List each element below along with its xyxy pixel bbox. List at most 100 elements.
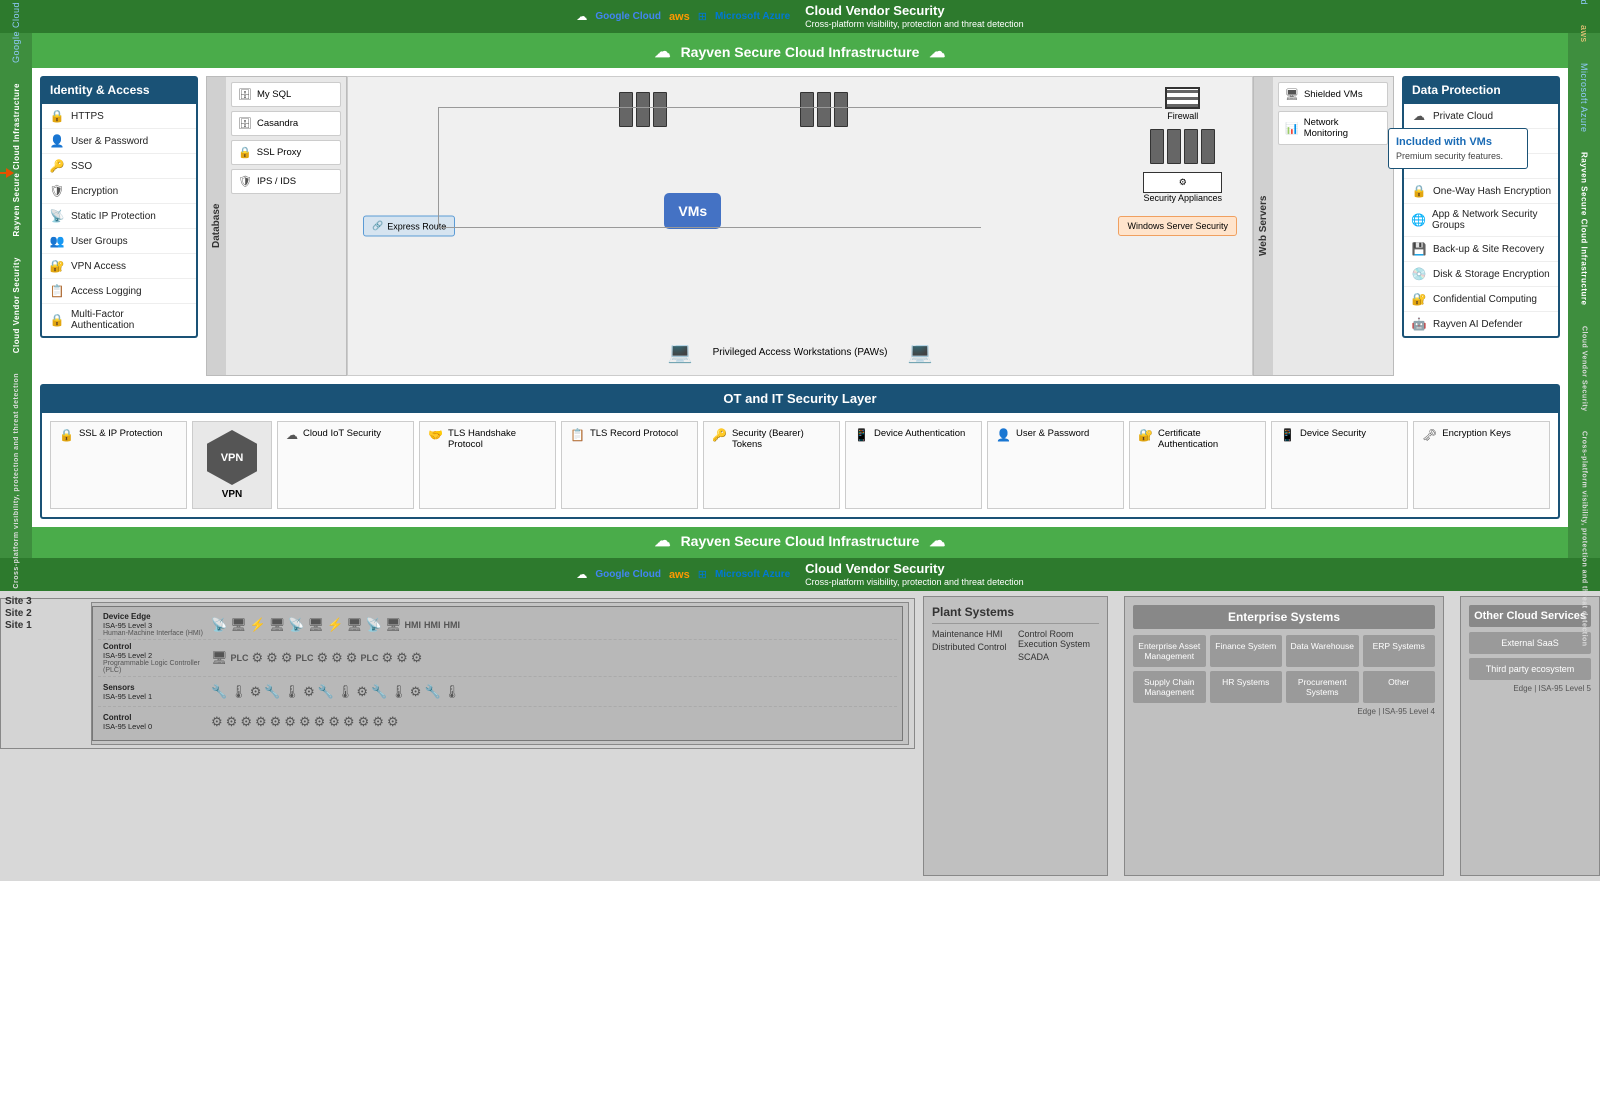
sso-icon: 🔑 xyxy=(49,159,65,173)
dp-app-network: 🌐 App & Network Security Groups xyxy=(1404,204,1558,237)
isa-l0-devices: ⚙ ⚙ ⚙ ⚙ ⚙ ⚙ ⚙ ⚙ ⚙ ⚙ ⚙ ⚙ xyxy=(208,711,897,733)
isa-level1-row: Sensors ISA-95 Level 1 🔧 🌡 ⚙ 🔧 🌡 ⚙ 🔧 xyxy=(98,677,897,707)
plant-row-control: Control Room Execution System xyxy=(1018,629,1099,649)
webservers-label: Web Servers xyxy=(1254,77,1273,375)
d3-9: 📡 xyxy=(366,617,382,633)
ia-item-sso: 🔑 SSO xyxy=(42,154,196,179)
c0-13: ⚙ xyxy=(387,714,399,730)
rayven-left-label: Rayven Secure Cloud Infrastructure xyxy=(12,83,21,236)
ia-item-staticip: 📡 Static IP Protection xyxy=(42,204,196,229)
s1-9: ⚙ xyxy=(356,684,368,700)
oc-footer: Edge | ISA-95 Level 5 xyxy=(1469,684,1591,693)
isa-l0-control-label: Control xyxy=(103,713,203,722)
s1-13: 🔧 xyxy=(424,684,440,700)
cv-right-label: Cloud Vendor Security xyxy=(1581,326,1588,412)
mid-server-1 xyxy=(619,92,633,127)
hmi-label3: HMI xyxy=(444,620,461,630)
ent-cell-0: Enterprise Asset Management xyxy=(1133,635,1206,667)
paws-row: 💻 Privileged Access Workstations (PAWs) … xyxy=(348,335,1252,370)
d3-10: 🖥 xyxy=(385,617,402,633)
cloud-icon-bottom-right: ☁ xyxy=(929,531,945,551)
isa-l3-hmi-label: Human-Machine Interface (HMI) xyxy=(103,630,203,637)
isa-level2-label: Control ISA-95 Level 2 Programmable Logi… xyxy=(98,640,208,676)
server-1 xyxy=(1150,129,1164,164)
isa-l3-level: ISA-95 Level 3 xyxy=(103,621,203,630)
mid-server-3 xyxy=(653,92,667,127)
bottom-cv-bar: ☁ Google Cloud aws ⊞ Microsoft Azure Clo… xyxy=(0,558,1600,591)
ws-netmon: 📊 Network Monitoring xyxy=(1278,111,1388,145)
google-logo: Google Cloud xyxy=(595,11,661,22)
vpn-hex: VPN xyxy=(207,430,257,485)
d2-5: ⚙ xyxy=(316,650,328,666)
server-4 xyxy=(1201,129,1215,164)
included-vms-box: Included with VMs Premium security featu… xyxy=(1388,128,1528,169)
dp-disk-enc: 💿 Disk & Storage Encryption xyxy=(1404,262,1558,287)
conn-line-h2 xyxy=(438,227,980,228)
logging-icon: 📋 xyxy=(49,284,65,298)
enc-keys-icon: 🗝 xyxy=(1422,428,1437,442)
hmi-label2: HMI xyxy=(424,620,441,630)
cloud-icon-right: ☁ xyxy=(929,42,945,62)
ot-ssl-ip: 🔒 SSL & IP Protection xyxy=(50,421,187,509)
s1-1: 🔧 xyxy=(211,684,227,700)
lower-section: Site 3 Site 2 Site 1 Device Edge ISA-95 … xyxy=(0,591,1600,881)
cloud-icon-bottom-left: ☁ xyxy=(655,531,671,551)
db-mysql-label: My SQL xyxy=(257,89,291,100)
ia-staticip-label: Static IP Protection xyxy=(71,211,156,222)
dp-ai-defender: 🤖 Rayven AI Defender xyxy=(1404,312,1558,336)
ot-dev-auth: 📱 Device Authentication xyxy=(845,421,982,509)
servers-row xyxy=(1150,129,1215,164)
db-sslproxy: 🔒 SSL Proxy xyxy=(231,140,341,165)
aws-logo: aws xyxy=(669,11,690,23)
db-mysql: 🗄 My SQL xyxy=(231,82,341,107)
database-label: Database xyxy=(207,77,226,375)
d3-8: 🖥 xyxy=(346,617,363,633)
site3-label: Site 3 xyxy=(5,596,32,607)
mfa-icon: 🔒 xyxy=(49,313,65,327)
cv-title-top: Cloud Vendor Security xyxy=(805,3,944,18)
s1-10: 🔧 xyxy=(371,684,387,700)
vpn-icon: 🔐 xyxy=(49,259,65,273)
ia-mfa-label: Multi-Factor Authentication xyxy=(71,309,189,331)
s1-14: 🌡 xyxy=(444,684,461,700)
vms-box: VMs xyxy=(664,193,721,229)
bearer-icon: 🔑 xyxy=(712,428,727,442)
database-column: Database 🗄 My SQL 🗄 Casandra xyxy=(206,76,347,376)
rayven-right-label: Rayven Secure Cloud Infrastructure xyxy=(1580,152,1589,305)
ot-user-pass: 👤 User & Password xyxy=(987,421,1124,509)
plc-3: PLC xyxy=(360,653,378,663)
plc-1: PLC xyxy=(231,653,249,663)
ssl-ip-icon: 🔒 xyxy=(59,428,74,442)
netmon-icon: 📊 xyxy=(1285,122,1299,135)
ai-def-icon: 🤖 xyxy=(1411,317,1427,331)
d2-9: ⚙ xyxy=(396,650,408,666)
d3-5: 📡 xyxy=(288,617,304,633)
private-cloud-icon: ☁ xyxy=(1411,109,1427,123)
azure-right-label: Microsoft Azure xyxy=(1579,63,1589,133)
ot-tls-rec: 📋 TLS Record Protocol xyxy=(561,421,698,509)
ot-up-label: User & Password xyxy=(1016,428,1089,439)
c0-5: ⚙ xyxy=(270,714,282,730)
ot-it-header: OT and IT Security Layer xyxy=(40,384,1560,413)
rayven-bottom-label: ☁ Rayven Secure Cloud Infrastructure ☁ xyxy=(0,527,1600,555)
s1-6: ⚙ xyxy=(303,684,315,700)
isa-l1-devices: 🔧 🌡 ⚙ 🔧 🌡 ⚙ 🔧 🌡 ⚙ 🔧 🌡 xyxy=(208,681,897,703)
cv-sub-top: Cross-platform visibility, protection an… xyxy=(805,19,1023,29)
dp-hash-label: One-Way Hash Encryption xyxy=(1433,186,1551,197)
isa-l2-control-label: Control xyxy=(103,642,203,651)
aws-right-label: aws xyxy=(1579,25,1589,43)
encryption-icon: 🛡 xyxy=(49,184,65,198)
hmi-label: HMI xyxy=(405,620,422,630)
azure-logo: Microsoft Azure xyxy=(715,11,790,22)
db-cassandra: 🗄 Casandra xyxy=(231,111,341,136)
isa-l1-sensors-label: Sensors xyxy=(103,683,203,692)
isa-level2-row: Control ISA-95 Level 2 Programmable Logi… xyxy=(98,640,897,677)
ent-cell-3: ERP Systems xyxy=(1363,635,1436,667)
google-logo-bottom: Google Cloud xyxy=(595,569,661,580)
c0-8: ⚙ xyxy=(314,714,326,730)
d3-1: 📡 xyxy=(211,617,227,633)
shielded-icon: 🖥 xyxy=(1285,88,1299,101)
dp-conf-comp: 🔐 Confidential Computing xyxy=(1404,287,1558,312)
c0-12: ⚙ xyxy=(372,714,384,730)
usergroups-icon: 👥 xyxy=(49,234,65,248)
